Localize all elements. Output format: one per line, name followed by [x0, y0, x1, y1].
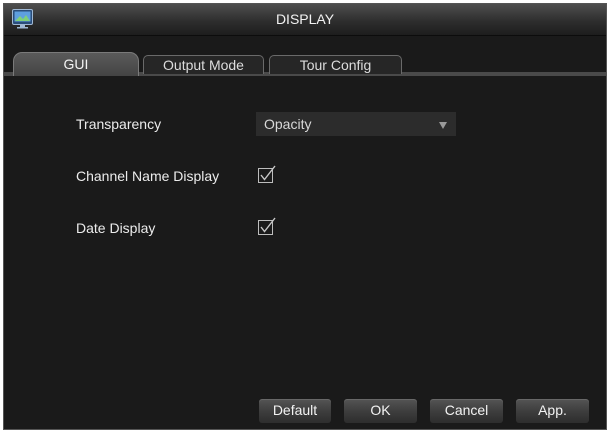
tab-output-mode[interactable]: Output Mode	[143, 55, 264, 74]
checkmark-icon	[258, 217, 276, 235]
ok-button[interactable]: OK	[344, 399, 417, 423]
display-dialog: DISPLAY GUI Output Mode Tour Config Tran…	[3, 3, 607, 430]
transparency-label: Transparency	[76, 116, 162, 132]
apply-button[interactable]: App.	[516, 399, 589, 423]
cancel-button[interactable]: Cancel	[430, 399, 503, 423]
checkmark-icon	[258, 165, 276, 183]
date-display-checkbox[interactable]	[258, 217, 276, 235]
transparency-select[interactable]: Opacity	[256, 112, 456, 136]
date-display-label: Date Display	[76, 220, 156, 236]
channel-name-display-label: Channel Name Display	[76, 168, 220, 184]
title-bar: DISPLAY	[4, 4, 606, 36]
tab-gui[interactable]: GUI	[13, 52, 139, 76]
dialog-title: DISPLAY	[275, 11, 335, 27]
tab-bar: GUI Output Mode Tour Config	[4, 36, 606, 76]
dropdown-arrow-icon	[439, 122, 447, 129]
gui-settings-panel: Transparency Opacity Channel Name Displa…	[4, 76, 606, 429]
channel-name-display-checkbox[interactable]	[258, 165, 276, 183]
default-button[interactable]: Default	[259, 399, 331, 423]
transparency-value: Opacity	[264, 116, 312, 132]
tab-tour-config[interactable]: Tour Config	[269, 55, 402, 74]
